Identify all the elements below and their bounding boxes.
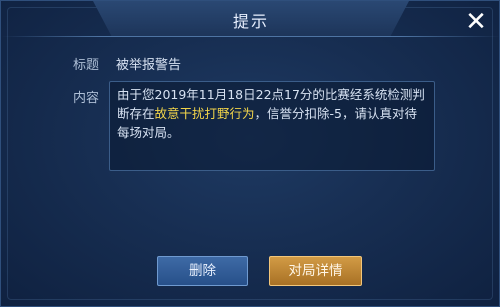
report-warning-dialog: 提示 ✕ 标题 被举报警告 内容 由于您2019年11月18日22点17分的比赛…	[0, 0, 500, 307]
match-details-button[interactable]: 对局详情	[269, 256, 362, 286]
content-box: 由于您2019年11月18日22点17分的比赛经系统检测判断存在故意干扰打野行为…	[109, 81, 435, 171]
content-highlight: 故意干扰打野行为	[154, 106, 255, 121]
title-value: 被举报警告	[116, 58, 182, 73]
title-label: 标题	[73, 58, 100, 73]
content-label: 内容	[73, 91, 100, 106]
close-icon[interactable]: ✕	[463, 9, 489, 35]
delete-button[interactable]: 删除	[157, 256, 248, 286]
dialog-title: 提示	[232, 12, 269, 31]
title-divider	[1, 36, 499, 37]
